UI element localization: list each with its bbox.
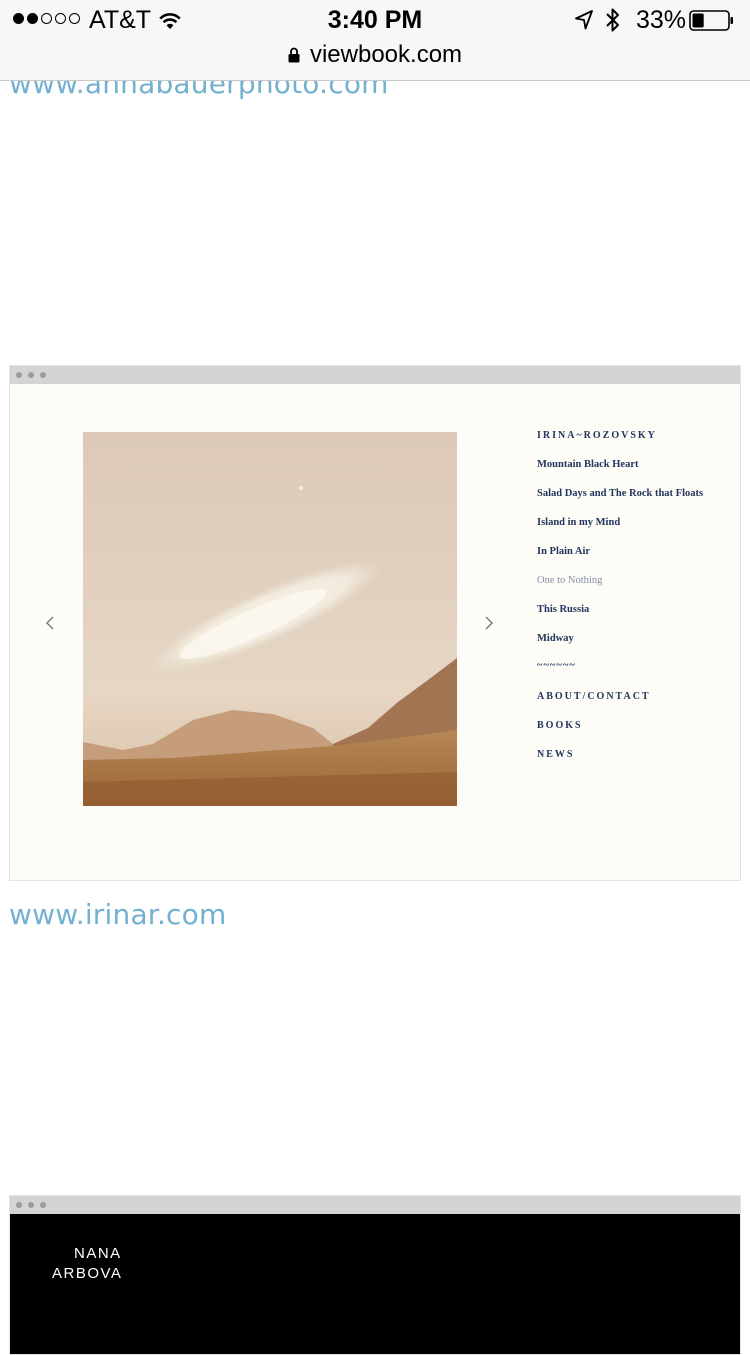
desert-mountains-cloud-photo	[83, 432, 457, 806]
menu-item-about-contact[interactable]: ABOUT/CONTACT	[537, 691, 651, 702]
site-name-line1: NANA	[74, 1245, 122, 1262]
menu-item-project[interactable]: Midway	[537, 633, 574, 644]
window-dot	[28, 372, 34, 378]
menu-item-project[interactable]: Salad Days and The Rock that Floats	[537, 488, 703, 499]
window-dot	[16, 372, 22, 378]
menu-item-books[interactable]: BOOKS	[537, 720, 583, 731]
irina-site-preview[interactable]: IRINA~ROZOVSKY Mountain Black Heart Sala…	[9, 365, 741, 881]
menu-item-project-active[interactable]: One to Nothing	[537, 575, 602, 586]
window-titlebar	[10, 1196, 740, 1214]
bluetooth-icon	[606, 8, 619, 32]
chevron-right-icon[interactable]	[483, 615, 495, 631]
site-name-line2: ARBOVA	[52, 1265, 123, 1282]
lock-icon	[288, 47, 300, 63]
battery-percent: 33%	[636, 6, 687, 34]
menu-divider: ~~~~~~	[537, 660, 576, 671]
menu-item-project[interactable]: This Russia	[537, 604, 589, 615]
irinar-link[interactable]: www.irinar.com	[9, 898, 226, 931]
window-dot	[16, 1202, 22, 1208]
location-arrow-icon	[575, 10, 593, 30]
battery-icon	[689, 10, 733, 31]
chevron-left-icon[interactable]	[44, 615, 56, 631]
window-dot	[40, 372, 46, 378]
status-bar: AT&T 3:40 PM 33% viewbook.com	[0, 0, 750, 81]
address-bar[interactable]: viewbook.com	[0, 41, 750, 69]
menu-item-project[interactable]: Island in my Mind	[537, 517, 620, 528]
site-title[interactable]: IRINA~ROZOVSKY	[537, 430, 657, 441]
url-text: viewbook.com	[309, 41, 463, 68]
window-dot	[28, 1202, 34, 1208]
menu-item-project[interactable]: In Plain Air	[537, 546, 590, 557]
menu-item-news[interactable]: NEWS	[537, 749, 574, 760]
window-titlebar	[10, 366, 740, 384]
menu-item-project[interactable]: Mountain Black Heart	[537, 459, 639, 470]
window-dot	[40, 1202, 46, 1208]
nana-site-preview[interactable]: NANA ARBOVA	[9, 1195, 741, 1355]
